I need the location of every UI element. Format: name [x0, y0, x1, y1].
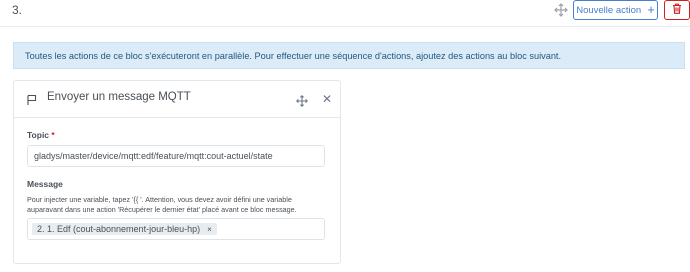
info-alert-text: Toutes les actions de ce bloc s'exécuter… [25, 50, 562, 61]
card-title: Envoyer un message MQTT [47, 91, 191, 103]
step-number: 3. [12, 3, 23, 17]
topic-input[interactable]: gladys/master/device/mqtt:edf/feature/mq… [27, 145, 325, 167]
new-action-label: Nouvelle action [576, 4, 642, 16]
card-header: Envoyer un message MQTT ✕ [14, 81, 340, 118]
trash-icon [672, 1, 682, 19]
move-icon[interactable] [554, 3, 568, 17]
required-marker: * [51, 130, 55, 140]
info-alert: Toutes les actions de ce bloc s'exécuter… [13, 42, 685, 69]
message-input[interactable]: 2. 1. Edf (cout-abonnement-jour-bleu-hp)… [27, 218, 325, 240]
move-icon[interactable] [296, 94, 308, 107]
topic-value: gladys/master/device/mqtt:edf/feature/mq… [34, 151, 273, 161]
variable-tag: 2. 1. Edf (cout-abonnement-jour-bleu-hp)… [32, 223, 217, 235]
message-help-text: Pour injecter une variable, tapez '{{ '.… [27, 195, 297, 214]
tag-remove-button[interactable]: × [207, 225, 212, 234]
header-divider [0, 26, 690, 27]
delete-block-button[interactable] [664, 0, 690, 20]
action-card-mqtt: Envoyer un message MQTT ✕ Topic * gladys… [13, 80, 341, 264]
plus-icon: + [647, 2, 655, 17]
topic-label: Topic * [27, 130, 55, 140]
message-label: Message [27, 179, 63, 189]
variable-tag-label: 2. 1. Edf (cout-abonnement-jour-bleu-hp) [37, 224, 201, 234]
new-action-button[interactable]: Nouvelle action + [573, 0, 658, 20]
flag-icon [26, 93, 38, 105]
close-icon[interactable]: ✕ [322, 92, 332, 106]
step-header: 3. Nouvelle action + [0, 0, 690, 22]
